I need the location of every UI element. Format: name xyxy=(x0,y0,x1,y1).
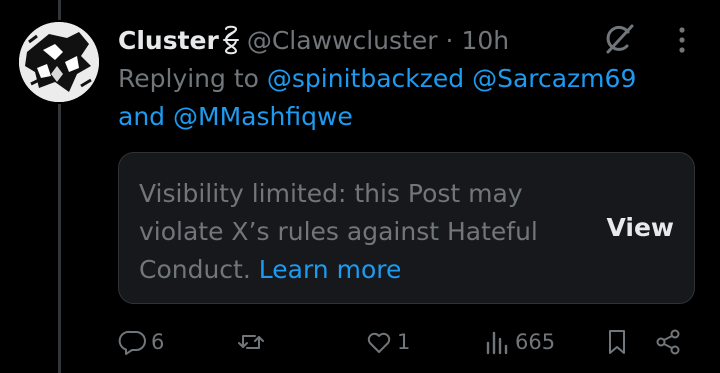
thread-line-top xyxy=(58,0,61,20)
reply-icon xyxy=(118,330,146,355)
user-handle[interactable]: @Clawwcluster xyxy=(247,26,438,55)
share-icon xyxy=(656,329,680,355)
bookmark-button[interactable] xyxy=(602,324,632,360)
avatar[interactable] xyxy=(19,22,99,102)
visibility-notice: Visibility limited: this Post may violat… xyxy=(118,152,695,304)
like-icon xyxy=(367,332,391,353)
grok-icon[interactable] xyxy=(602,22,636,56)
reply-button[interactable]: 6 xyxy=(118,324,164,360)
mention-link[interactable]: @MMashfiqwe xyxy=(173,102,353,131)
header-separator: · xyxy=(445,25,454,55)
repost-button[interactable] xyxy=(236,324,269,360)
like-count: 1 xyxy=(397,330,411,354)
replying-to-conjunction: and xyxy=(118,102,166,131)
replying-to-label: Replying to xyxy=(118,64,259,93)
views-count: 665 xyxy=(515,330,556,354)
learn-more-link[interactable]: Learn more xyxy=(259,255,402,284)
replying-to: Replying to @spinitbackzed @Sarcazm69 an… xyxy=(118,60,678,136)
bookmark-icon xyxy=(609,330,625,354)
post-header: Cluster @Clawwcluster · 10h xyxy=(118,22,509,58)
thread-line-bottom xyxy=(58,104,61,373)
repost-icon xyxy=(238,335,264,349)
views-icon xyxy=(486,331,508,355)
avatar-image xyxy=(19,22,99,102)
display-name[interactable]: Cluster xyxy=(118,26,219,55)
share-button[interactable] xyxy=(653,324,683,360)
post-time[interactable]: 10h xyxy=(461,26,509,55)
reply-count: 6 xyxy=(151,330,165,354)
views-button[interactable]: 665 xyxy=(482,324,555,360)
more-icon[interactable] xyxy=(664,22,700,58)
notice-text: Visibility limited: this Post may violat… xyxy=(139,175,559,289)
name-symbol-icon xyxy=(222,25,239,55)
like-button[interactable]: 1 xyxy=(364,324,410,360)
mention-link[interactable]: @spinitbackzed xyxy=(267,64,464,93)
action-bar: 6 1 665 xyxy=(118,324,700,360)
view-button[interactable]: View xyxy=(606,213,674,242)
mention-link[interactable]: @Sarcazm69 xyxy=(472,64,636,93)
